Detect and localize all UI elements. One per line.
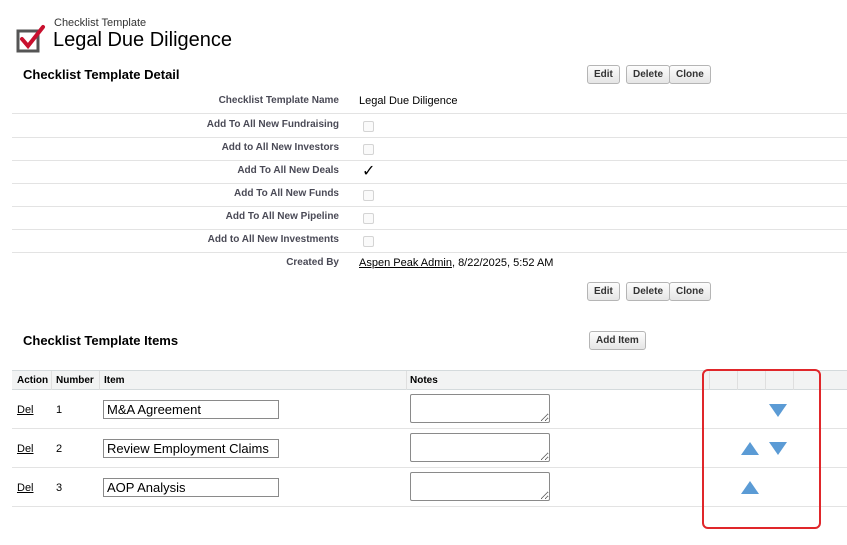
item-name-input[interactable] — [103, 439, 279, 458]
delete-row-link[interactable]: Del — [17, 404, 34, 416]
funds-checkbox — [363, 190, 374, 201]
item-name-input[interactable] — [103, 400, 279, 419]
notes-textarea[interactable] — [410, 433, 550, 462]
delete-button-bottom[interactable]: Delete — [626, 282, 671, 301]
detail-row-funds: Add To All New Funds — [12, 183, 847, 207]
field-label: Add To All New Pipeline — [225, 211, 339, 222]
field-label: Add to All New Investments — [207, 234, 339, 245]
detail-row-fundraising: Add To All New Fundraising — [12, 114, 847, 138]
detail-row-investors: Add to All New Investors — [12, 137, 847, 161]
notes-textarea[interactable] — [410, 394, 550, 423]
created-by-user-link[interactable]: Aspen Peak Admin — [359, 257, 452, 269]
field-label: Add to All New Investors — [221, 142, 339, 153]
edit-button-bottom[interactable]: Edit — [587, 282, 620, 301]
template-name-value: Legal Due Diligence — [359, 95, 458, 107]
field-label: Created By — [286, 257, 339, 268]
fundraising-checkbox — [363, 121, 374, 132]
column-header-number: Number — [56, 375, 94, 386]
column-header-notes: Notes — [410, 375, 438, 386]
investments-checkbox — [363, 236, 374, 247]
page-title: Legal Due Diligence — [53, 29, 233, 51]
row-number: 1 — [56, 404, 63, 416]
detail-row-investments: Add to All New Investments — [12, 229, 847, 253]
detail-section-title: Checklist Template Detail — [23, 67, 180, 82]
column-header-item: Item — [104, 375, 125, 386]
delete-row-link[interactable]: Del — [17, 443, 34, 455]
detail-row-name: Checklist Template Name Legal Due Dilige… — [12, 90, 847, 114]
reorder-arrows-highlight — [702, 369, 821, 529]
notes-textarea[interactable] — [410, 472, 550, 501]
page-subtitle: Checklist Template — [54, 17, 147, 29]
field-label: Add To All New Funds — [234, 188, 339, 199]
edit-button[interactable]: Edit — [587, 65, 620, 84]
created-date: , 8/22/2025, 5:52 AM — [451, 257, 554, 269]
column-header-action: Action — [17, 375, 49, 386]
pipeline-checkbox — [363, 213, 374, 224]
clone-button[interactable]: Clone — [669, 65, 711, 84]
detail-row-deals: Add To All New Deals ✓ — [12, 160, 847, 184]
items-section-title: Checklist Template Items — [23, 333, 179, 348]
field-label: Add To All New Fundraising — [206, 119, 339, 130]
detail-row-created-by: Created By Aspen Peak Admin, 8/22/2025, … — [12, 252, 847, 275]
detail-row-pipeline: Add To All New Pipeline — [12, 206, 847, 230]
clone-button-bottom[interactable]: Clone — [669, 282, 711, 301]
row-number: 2 — [56, 443, 63, 455]
deals-checkmark-icon: ✓ — [362, 163, 376, 180]
field-label: Checklist Template Name — [218, 95, 339, 106]
add-item-button[interactable]: Add Item — [589, 331, 646, 350]
delete-button[interactable]: Delete — [626, 65, 671, 84]
delete-row-link[interactable]: Del — [17, 482, 34, 494]
item-name-input[interactable] — [103, 478, 279, 497]
created-by-value: Aspen Peak Admin, 8/22/2025, 5:52 AM — [359, 257, 553, 269]
investors-checkbox — [363, 144, 374, 155]
field-label: Add To All New Deals — [237, 165, 339, 176]
checklist-icon — [16, 25, 45, 53]
row-number: 3 — [56, 482, 63, 494]
